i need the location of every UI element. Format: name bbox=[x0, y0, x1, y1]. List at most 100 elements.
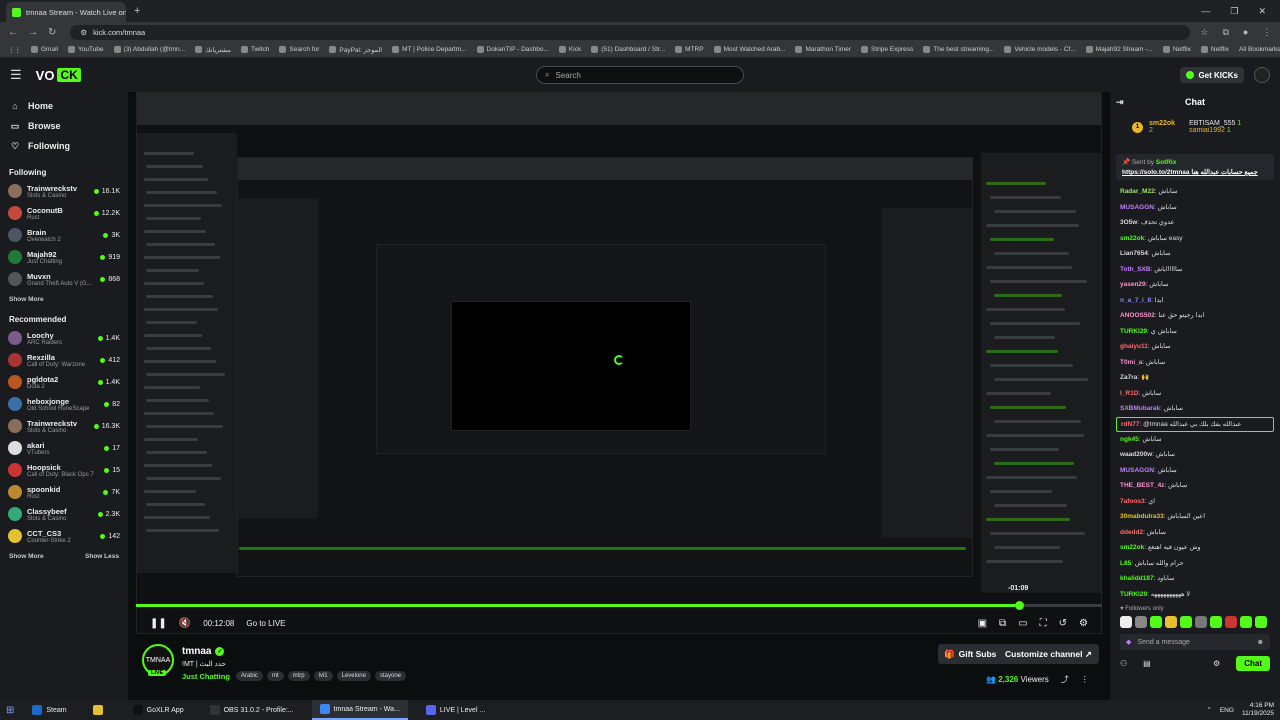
bookmark-item[interactable]: Vehicle models - Cf... bbox=[1004, 46, 1076, 53]
back-icon[interactable]: ← bbox=[8, 27, 18, 38]
forward-icon[interactable]: → bbox=[28, 27, 38, 38]
chat-username[interactable]: ANOOS502 bbox=[1120, 312, 1155, 319]
minimize-icon[interactable]: — bbox=[1201, 6, 1210, 17]
maximize-icon[interactable]: ❐ bbox=[1230, 6, 1238, 17]
tray-chevron-icon[interactable]: ⌃ bbox=[1206, 706, 1211, 714]
emote[interactable] bbox=[1150, 616, 1162, 628]
sidebar-channel[interactable]: Loochy ARC Raiders 1.4K bbox=[0, 327, 128, 349]
emote[interactable] bbox=[1135, 616, 1147, 628]
emote[interactable] bbox=[1180, 616, 1192, 628]
chat-username[interactable]: 30mabdulra33 bbox=[1120, 513, 1164, 520]
share-icon[interactable]: ⤴ bbox=[1061, 674, 1069, 685]
chat-input[interactable]: ◆ Send a message ☻ bbox=[1120, 634, 1270, 650]
tag-chip[interactable]: stayone bbox=[374, 671, 406, 681]
chat-username[interactable]: sm22ok bbox=[1120, 235, 1144, 242]
chat-username[interactable]: MUSAGGN bbox=[1120, 204, 1154, 211]
sidebar-channel[interactable]: spoonkid Rust 7K bbox=[0, 481, 128, 503]
taskbar-item[interactable]: GoXLR App bbox=[125, 700, 192, 720]
bookmark-item[interactable]: YouTube bbox=[67, 46, 104, 53]
more-options-icon[interactable]: ⋮ bbox=[1081, 675, 1089, 684]
chat-username[interactable]: Radar_M22 bbox=[1120, 188, 1155, 195]
bookmark-item[interactable]: MT | Police Departm... bbox=[392, 46, 467, 53]
progress-scrubber-handle[interactable] bbox=[1015, 601, 1024, 610]
show-more-recommended-button[interactable]: Show More bbox=[9, 553, 44, 560]
rewind-icon[interactable]: ↺ bbox=[1059, 618, 1067, 629]
bookmark-item[interactable]: Most Watched Arab... bbox=[713, 46, 785, 53]
reload-icon[interactable]: ↻ bbox=[48, 27, 56, 38]
taskbar-item[interactable] bbox=[85, 700, 115, 720]
bookmark-item[interactable]: Netflix bbox=[1162, 46, 1191, 53]
bookmark-item[interactable]: Kick bbox=[558, 46, 581, 53]
bookmark-item[interactable]: (3) Abdullah (@tmn... bbox=[113, 46, 185, 53]
browser-tab[interactable]: tmnaa Stream - Watch Live on Kick ✕ bbox=[6, 2, 126, 22]
emote[interactable] bbox=[1165, 616, 1177, 628]
pinned-link[interactable]: https://solo.to/2tmnaa جميع حسابات عبدال… bbox=[1122, 168, 1268, 176]
site-info-icon[interactable]: ⚙ bbox=[80, 28, 87, 37]
collapse-chat-icon[interactable]: ⇥ bbox=[1116, 97, 1124, 108]
clock[interactable]: 4:16 PM 11/19/2025 bbox=[1242, 702, 1274, 718]
clip-icon[interactable]: ▣ bbox=[978, 618, 987, 629]
taskbar-item[interactable]: OBS 31.0.2 - Profile:... bbox=[202, 700, 302, 720]
chat-username[interactable]: ghaiyu11 bbox=[1120, 343, 1148, 350]
chat-username[interactable]: rdN77 bbox=[1121, 421, 1139, 428]
new-tab-button[interactable]: + bbox=[134, 5, 140, 17]
mute-icon[interactable]: 🔇 bbox=[179, 618, 191, 629]
keyboard-language-icon[interactable]: ENG bbox=[1220, 707, 1234, 714]
video-progress-bar[interactable] bbox=[136, 604, 1102, 607]
all-bookmarks-link[interactable]: All Bookmarks bbox=[1239, 46, 1280, 53]
bookmark-item[interactable]: Majah92 Stream -... bbox=[1085, 46, 1153, 53]
sidebar-channel[interactable]: CoconutB Rust 12.2K bbox=[0, 202, 128, 224]
hamburger-menu-icon[interactable]: ☰ bbox=[10, 67, 22, 83]
pip-icon[interactable]: ⧉ bbox=[999, 618, 1006, 629]
emote[interactable] bbox=[1240, 616, 1252, 628]
show-more-button[interactable]: Show More bbox=[9, 296, 44, 303]
send-chat-button[interactable]: Chat bbox=[1236, 656, 1270, 671]
sidebar-channel[interactable]: akari VTubers 17 bbox=[0, 437, 128, 459]
sidebar-channel[interactable]: Muvxn Grand Theft Auto V (G... 868 bbox=[0, 268, 128, 290]
theater-mode-icon[interactable]: ▭ bbox=[1018, 618, 1027, 629]
emote[interactable] bbox=[1120, 616, 1132, 628]
kicks-icon[interactable]: ⚇ bbox=[1120, 659, 1127, 668]
tag-chip[interactable]: Levelone bbox=[336, 671, 371, 681]
bookmark-item[interactable]: (51) Dashboard / Str... bbox=[591, 46, 665, 53]
category-link[interactable]: Just Chatting bbox=[182, 672, 230, 681]
sidebar-channel[interactable]: Classybeef Slots & Casino 2.3K bbox=[0, 503, 128, 525]
chat-username[interactable]: Lian7654 bbox=[1120, 250, 1148, 257]
sidebar-channel[interactable]: Brain Overwatch 2 3K bbox=[0, 224, 128, 246]
bookmark-star-icon[interactable]: ☆ bbox=[1200, 27, 1208, 38]
bookmark-item[interactable]: Marathon Timer bbox=[795, 46, 851, 53]
chat-username[interactable]: SXBMubarak bbox=[1120, 405, 1160, 412]
emoji-icon[interactable]: ☻ bbox=[1257, 639, 1264, 646]
sidebar-channel[interactable]: Rexzilla Call of Duty: Warzone 412 bbox=[0, 349, 128, 371]
chat-username[interactable]: 7afoos3 bbox=[1120, 498, 1145, 505]
tag-chip[interactable]: Arabic bbox=[235, 671, 263, 681]
search-input[interactable]: ⌕ Search bbox=[536, 66, 744, 84]
bookmark-item[interactable]: Twitch bbox=[240, 46, 269, 53]
user-avatar[interactable] bbox=[1254, 67, 1270, 83]
start-icon[interactable]: ⊞ bbox=[6, 705, 14, 716]
chat-username[interactable]: n_a_7_i_8 bbox=[1120, 297, 1151, 304]
extensions-icon[interactable]: ⧉ bbox=[1222, 27, 1228, 38]
taskbar-item[interactable]: LIVE | Level ... bbox=[418, 700, 493, 720]
chat-username[interactable]: sm22ok bbox=[1120, 544, 1144, 551]
tag-chip[interactable]: mt bbox=[266, 671, 284, 681]
chat-username[interactable]: T0mi_a bbox=[1120, 359, 1142, 366]
sidebar-channel[interactable]: CCT_CS3 Counter-Strike 2 142 bbox=[0, 525, 128, 547]
sidebar-channel[interactable]: Majah92 Just Chatting 919 bbox=[0, 246, 128, 268]
settings-gear-icon[interactable]: ⚙ bbox=[1079, 618, 1088, 629]
chat-username[interactable]: yasen29 bbox=[1120, 281, 1146, 288]
nav-following[interactable]: ♡ Following bbox=[0, 136, 128, 156]
bookmark-item[interactable]: Search for bbox=[279, 46, 319, 53]
close-window-icon[interactable]: ✕ bbox=[1258, 6, 1266, 17]
chat-username[interactable]: ddedd2 bbox=[1120, 529, 1143, 536]
bookmark-item[interactable]: PayPal: الموجز bbox=[329, 46, 382, 54]
show-less-button[interactable]: Show Less bbox=[85, 553, 119, 560]
emote[interactable] bbox=[1225, 616, 1237, 628]
chat-username[interactable]: TURKI29 bbox=[1120, 591, 1147, 598]
emote[interactable] bbox=[1210, 616, 1222, 628]
channel-name[interactable]: tmnaa bbox=[182, 646, 211, 657]
chat-username[interactable]: I_R1D bbox=[1120, 390, 1138, 397]
profile-icon[interactable]: ● bbox=[1243, 27, 1248, 38]
bookmark-item[interactable]: Netflix bbox=[1200, 46, 1229, 53]
bookmark-item[interactable]: DokanTIP - Dashbo... bbox=[476, 46, 549, 53]
